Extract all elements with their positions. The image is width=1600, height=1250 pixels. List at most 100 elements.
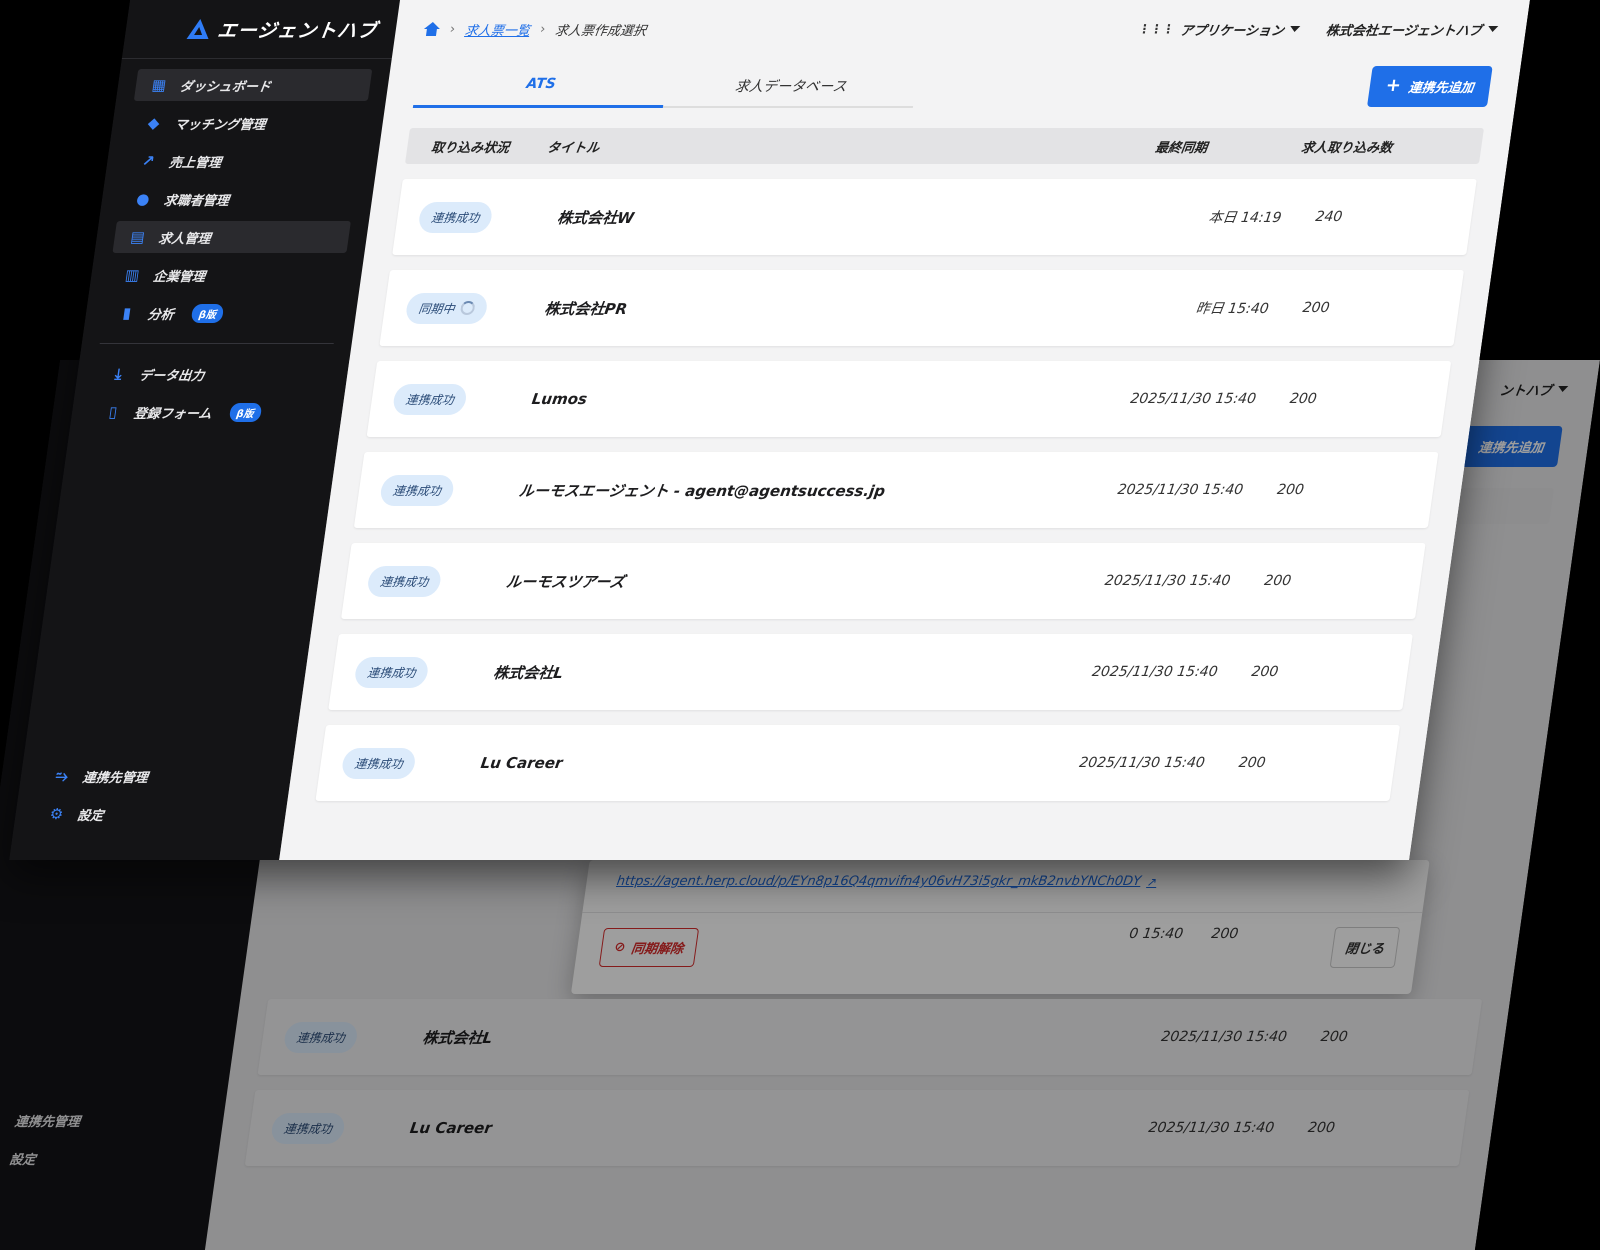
status-badge: 連携成功 (269, 1112, 347, 1144)
sync-cell: 2025/11/30 15:40 (1129, 391, 1258, 407)
brand-name: エージェントハブ (216, 19, 379, 42)
table-row[interactable]: 連携成功 Lu Career 2025/11/30 15:40 200 (244, 1090, 1470, 1166)
integration-url-text: https://agent.herp.cloud/p/EYn8p16Q4qmvi… (615, 874, 1143, 889)
brand-logo[interactable]: エージェントハブ (124, 14, 398, 44)
sidebar-item-settings[interactable]: ⚙ 設定 (31, 798, 269, 830)
applications-label: アプリケーション (1179, 23, 1285, 39)
chevron-down-icon (1557, 386, 1569, 392)
table-row[interactable]: 同期中 株式会社PR 昨日 15:40 200 (379, 270, 1465, 346)
partial-sync: 0 15:40 (1128, 926, 1185, 942)
sync-cell: 本日 14:19 (1207, 210, 1283, 226)
count-cell: 240 (1314, 209, 1344, 225)
sync-cell: 2025/11/30 15:40 (1078, 755, 1206, 771)
dashboard-icon: ▦ (150, 76, 168, 94)
unsync-button[interactable]: ⊘ 同期解除 (598, 928, 700, 967)
title-cell: 株式会社L (492, 663, 565, 682)
back-add-button[interactable]: 連携先追加 (1460, 425, 1563, 467)
status-badge: 連携成功 (378, 474, 456, 506)
back-company-dropdown[interactable]: ントハブ (1499, 380, 1570, 399)
back-nav-link-management[interactable]: ⥲ 連携先管理 (0, 1104, 207, 1136)
table-row[interactable]: 連携成功 ルーモスエージェント - agent@agentsuccess.jp … (353, 452, 1439, 528)
sync-cell: 2025/11/30 15:40 (1103, 573, 1232, 589)
title-cell: Lumos (530, 390, 589, 408)
trend-icon: ↗ (140, 152, 156, 170)
title-cell: 株式会社L (421, 1028, 494, 1047)
table-row[interactable]: 連携成功 株式会社L 2025/11/30 15:40 200 (257, 999, 1483, 1075)
link-icon: ⥲ (0, 1111, 4, 1129)
building-icon: ▥ (123, 266, 141, 284)
sync-cell: 2025/11/30 15:40 (1116, 482, 1245, 498)
integration-url[interactable]: https://agent.herp.cloud/p/EYn8p16Q4qmvi… (586, 860, 1430, 889)
applications-dropdown[interactable]: ⋮⋮⋮ アプリケーション (1137, 20, 1301, 39)
add-integration-button[interactable]: + 連携先追加 (1366, 65, 1493, 107)
sidebar-item-label: データ出力 (138, 368, 206, 384)
sync-detail-modal: https://agent.herp.cloud/p/EYn8p16Q4qmvi… (570, 860, 1430, 994)
sidebar-item-label: 求職者管理 (162, 193, 230, 209)
chevron-down-icon (1289, 26, 1301, 32)
modal-footer: ⊘ 同期解除 閉じる (574, 912, 1423, 968)
top-right-menus: ⋮⋮⋮ アプリケーション 株式会社エージェントハブ (1137, 20, 1499, 39)
chevron-right-icon: › (539, 21, 547, 37)
tab-ats[interactable]: ATS (412, 64, 670, 108)
secondary-nav: ⤓ データ出力 ▯ 登録フォーム β版 (70, 358, 350, 428)
tabs: ATS 求人データベース (412, 64, 920, 108)
sidebar-item-label: 企業管理 (152, 269, 207, 285)
sidebar-item-label: 売上管理 (168, 155, 223, 171)
add-integration-label: 連携先追加 (1407, 80, 1475, 96)
document-icon: ▤ (129, 228, 147, 246)
column-header-title: タイトル (546, 140, 601, 156)
count-cell: 200 (1288, 391, 1318, 407)
sidebar-item-companies[interactable]: ▥ 企業管理 (107, 259, 345, 291)
tab-job-database[interactable]: 求人データベース (663, 64, 919, 106)
unlink-icon: ⊘ (613, 940, 627, 955)
sidebar-item-label: マッチング管理 (173, 117, 267, 133)
table-row[interactable]: 連携成功 株式会社W 本日 14:19 240 (392, 179, 1477, 255)
status-badge: 連携成功 (417, 201, 494, 233)
primary-nav: ▦ ダッシュボード ◆ マッチング管理 ↗ 売上管理 ● 求職者管理 ▤ 求人管… (84, 69, 391, 329)
gear-icon: ⚙ (48, 805, 65, 823)
sidebar-item-label: 連携先管理 (81, 770, 149, 786)
table-row[interactable]: 連携成功 Lumos 2025/11/30 15:40 200 (366, 361, 1452, 437)
add-button-label: 連携先追加 (1477, 440, 1545, 456)
bar-chart-icon: ▮ (121, 304, 133, 322)
topbar: › 求人票一覧 › 求人票作成選択 ⋮⋮⋮ アプリケーション 株式会社エージェン… (420, 0, 1502, 58)
table-row[interactable]: 連携成功 Lu Career 2025/11/30 15:40 200 (315, 725, 1401, 801)
sync-cell: 2025/11/30 15:40 (1160, 1029, 1288, 1045)
back-nav-settings[interactable]: ⚙ 設定 (0, 1142, 202, 1174)
diamond-icon: ◆ (146, 114, 161, 132)
close-button[interactable]: 閉じる (1329, 927, 1401, 968)
home-icon[interactable] (423, 22, 441, 36)
company-name-partial: ントハブ (1498, 383, 1553, 399)
title-cell: Lu Career (479, 754, 564, 772)
sidebar-item-analytics[interactable]: ▮ 分析 β版 (102, 297, 340, 329)
count-cell: 200 (1319, 1029, 1349, 1045)
count-cell: 200 (1237, 755, 1267, 771)
title-cell: 株式会社W (556, 208, 636, 227)
status-cell: 連携成功 (366, 565, 486, 597)
table-row[interactable]: 連携成功 ルーモスツアーズ 2025/11/30 15:40 200 (341, 543, 1426, 619)
breadcrumb-link[interactable]: 求人票一覧 (464, 20, 532, 39)
back-sidebar-bottom: ⥲ 連携先管理 ⚙ 設定 (0, 1104, 225, 1180)
sidebar-item-sales[interactable]: ↗ 売上管理 (123, 145, 361, 177)
sidebar-item-export[interactable]: ⤓ データ出力 (93, 358, 331, 390)
app-window: エージェントハブ ▦ ダッシュボード ◆ マッチング管理 ↗ 売上管理 ● 求職… (9, 0, 1530, 860)
status-cell: 連携成功 (378, 474, 499, 506)
clipboard-icon: ▯ (107, 403, 119, 421)
sidebar-item-dashboard[interactable]: ▦ ダッシュボード (133, 69, 373, 101)
sidebar-item-jobs[interactable]: ▤ 求人管理 (112, 221, 351, 253)
column-header-count: 求人取り込み数 (1300, 140, 1394, 156)
status-badge: 同期中 (404, 292, 489, 324)
sidebar-item-label: 求人管理 (157, 231, 212, 247)
sidebar-item-link-management[interactable]: ⥲ 連携先管理 (37, 760, 275, 792)
sidebar-item-forms[interactable]: ▯ 登録フォーム β版 (88, 396, 326, 428)
sidebar-item-label: 登録フォーム (132, 406, 213, 422)
status-badge: 連携成功 (340, 747, 417, 779)
sidebar-item-matching[interactable]: ◆ マッチング管理 (128, 107, 366, 139)
sidebar-item-candidates[interactable]: ● 求職者管理 (118, 183, 356, 215)
status-cell: 連携成功 (417, 201, 537, 233)
back-top-right: ントハブ (1499, 380, 1570, 399)
company-dropdown[interactable]: 株式会社エージェントハブ (1325, 20, 1499, 39)
table-row[interactable]: 連携成功 株式会社L 2025/11/30 15:40 200 (328, 634, 1413, 710)
person-icon: ● (135, 190, 151, 208)
breadcrumb: › 求人票一覧 › 求人票作成選択 (423, 20, 648, 39)
